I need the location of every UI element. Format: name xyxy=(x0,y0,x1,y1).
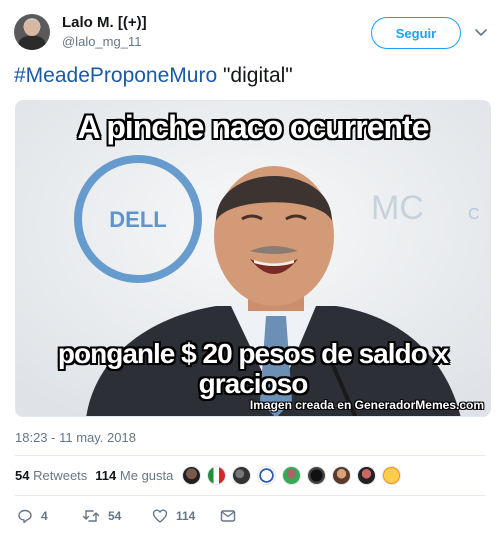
meme-watermark: Imagen creada en GeneradorMemes.com xyxy=(249,398,484,412)
likes-stat[interactable]: 114 Me gusta xyxy=(95,468,173,483)
retweet-count: 54 xyxy=(108,509,122,523)
chevron-down-icon[interactable] xyxy=(473,24,489,40)
meme-bottom-line-1: ponganle $ 20 pesos de saldo x xyxy=(57,338,449,369)
liker-avatar[interactable] xyxy=(357,466,376,485)
tweet-timestamp[interactable]: 18:23 - 11 may. 2018 xyxy=(15,430,136,445)
retweets-label: Retweets xyxy=(33,468,88,483)
direct-message-button[interactable] xyxy=(220,506,244,526)
svg-text:C: C xyxy=(468,206,480,223)
liker-avatar[interactable] xyxy=(207,466,226,485)
liker-avatar[interactable] xyxy=(332,466,351,485)
liker-avatar-emoji[interactable] xyxy=(382,466,401,485)
heart-icon xyxy=(152,509,168,523)
liker-avatar[interactable] xyxy=(232,466,251,485)
avatar[interactable] xyxy=(14,14,50,50)
likes-label: Me gusta xyxy=(119,468,174,483)
retweets-count: 54 xyxy=(15,468,30,483)
reply-icon xyxy=(18,509,32,524)
like-count: 114 xyxy=(176,509,196,523)
likes-count: 114 xyxy=(95,468,117,483)
display-name[interactable]: Lalo M. [(+)] xyxy=(62,14,147,31)
svg-text:MC: MC xyxy=(371,189,424,227)
meme-top-caption: A pinche naco ocurrente xyxy=(77,109,430,145)
liker-avatar[interactable] xyxy=(182,466,201,485)
divider xyxy=(15,495,485,496)
avatar-body xyxy=(18,36,46,50)
tweet-stats: 54 Retweets 114 Me gusta xyxy=(15,468,173,483)
tweet-text: #MeadeProponeMuro "digital" xyxy=(14,64,293,88)
retweet-icon xyxy=(82,510,100,522)
liker-avatar[interactable] xyxy=(257,466,276,485)
meme-bottom-caption: ponganle $ 20 pesos de saldo x gracioso xyxy=(16,339,490,399)
liker-avatar[interactable] xyxy=(282,466,301,485)
liker-avatar[interactable] xyxy=(307,466,326,485)
hashtag-link[interactable]: #MeadeProponeMuro xyxy=(14,64,217,87)
reply-count: 4 xyxy=(41,509,48,523)
divider xyxy=(15,455,485,456)
meme-bottom-line-2: gracioso xyxy=(198,368,309,399)
retweet-button[interactable]: 54 xyxy=(82,506,121,526)
tweet-text-rest: "digital" xyxy=(217,64,293,87)
background-logo: DELL xyxy=(109,207,166,232)
avatar-face xyxy=(24,20,40,36)
like-button[interactable]: 114 xyxy=(152,506,195,526)
user-handle[interactable]: @lalo_mg_11 xyxy=(62,34,141,49)
tweet-media-image[interactable]: DELL MC C A pinche naco ocurrente pongan… xyxy=(15,100,491,417)
reply-button[interactable]: 4 xyxy=(17,506,48,526)
tweet-header: Lalo M. [(+)] @lalo_mg_11 Seguir xyxy=(0,0,500,62)
follow-button[interactable]: Seguir xyxy=(371,17,461,49)
retweets-stat[interactable]: 54 Retweets xyxy=(15,468,87,483)
envelope-icon xyxy=(220,510,236,522)
